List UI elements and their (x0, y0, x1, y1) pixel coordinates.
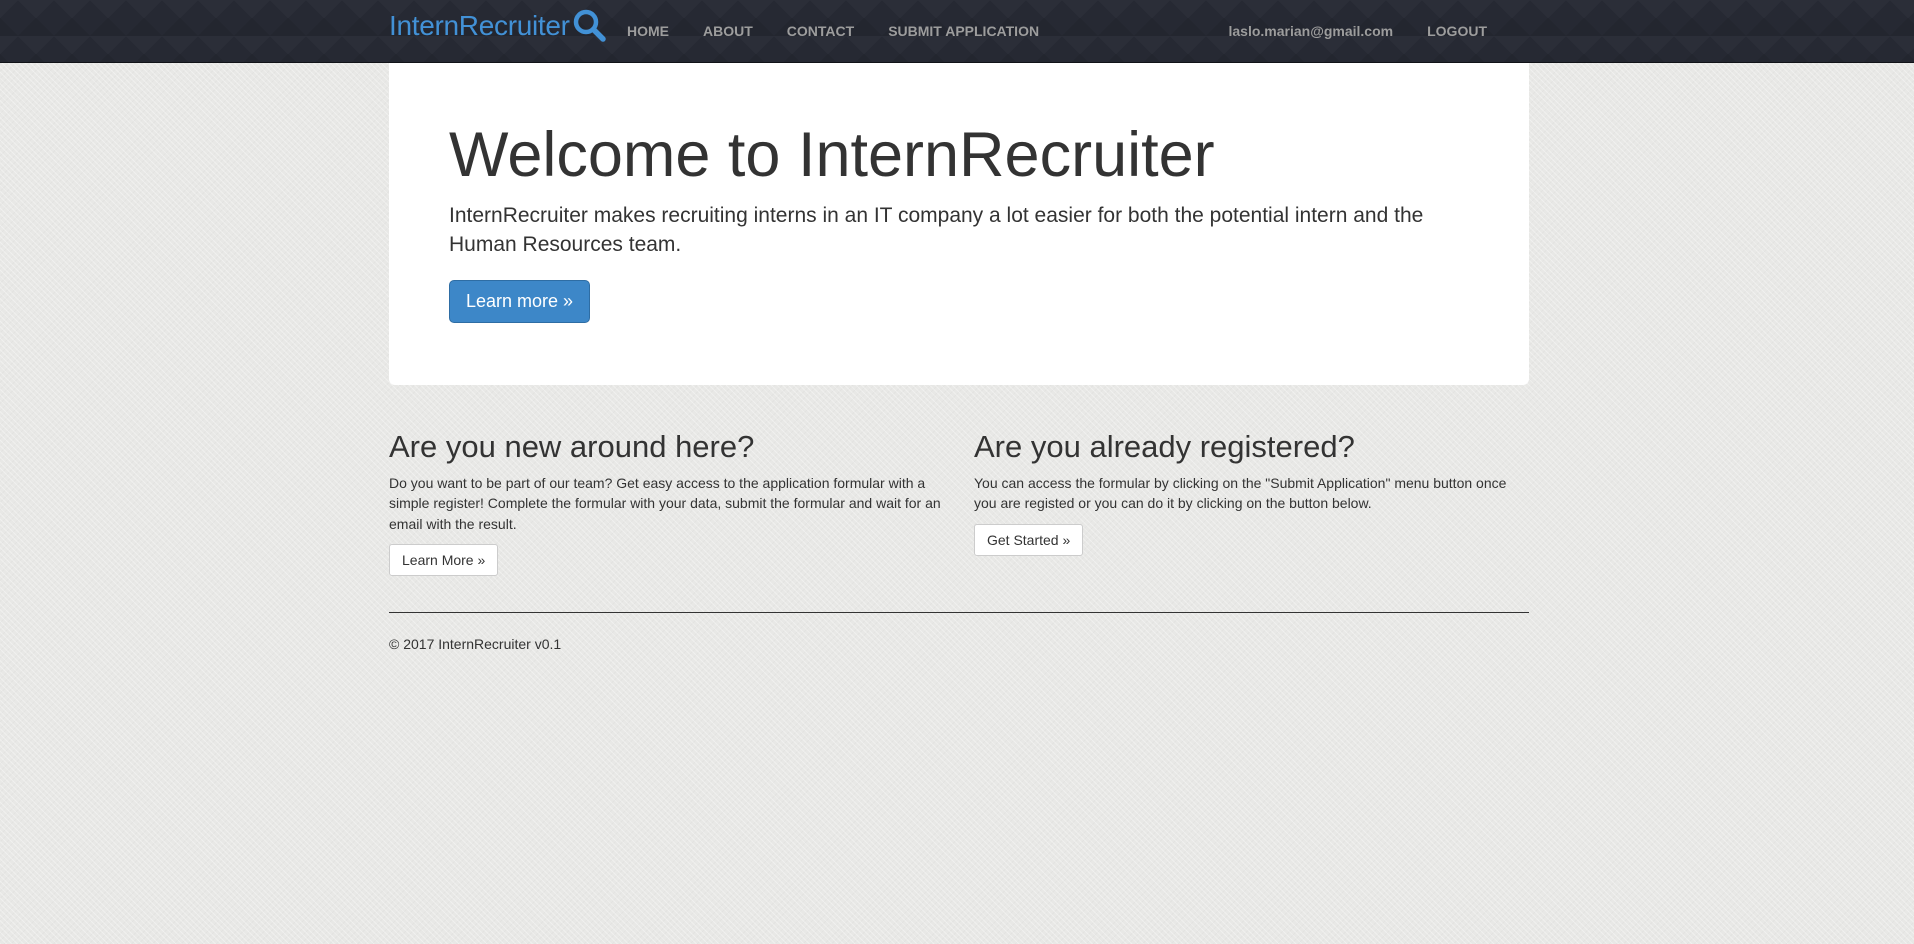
nav-contact-link[interactable]: CONTACT (770, 23, 871, 39)
welcome-jumbotron: Welcome to InternRecruiter InternRecruit… (389, 63, 1529, 385)
footer-divider (389, 612, 1529, 613)
nav-submit-application-link[interactable]: SUBMIT APPLICATION (871, 23, 1056, 39)
registered-user-heading: Are you already registered? (974, 429, 1355, 464)
new-user-text: Do you want to be part of our team? Get … (389, 475, 941, 532)
registered-user-column: Are you already registered? You can acce… (974, 429, 1529, 556)
top-navbar: InternRecruiter HOME ABOUT CONTACT SUBMI… (0, 0, 1914, 63)
search-icon (573, 9, 606, 42)
nav-about-link[interactable]: ABOUT (686, 23, 770, 39)
user-email-link[interactable]: laslo.marian@gmail.com (1212, 23, 1411, 39)
new-user-learn-more-button[interactable]: Learn More » (389, 543, 499, 576)
user-nav: laslo.marian@gmail.com LOGOUT (1212, 0, 1505, 62)
page-title: Welcome to InternRecruiter (449, 120, 1215, 190)
brand-name: InternRecruiter (389, 10, 570, 41)
get-started-button[interactable]: Get Started » (974, 523, 1084, 556)
nav-home-link[interactable]: HOME (610, 23, 686, 39)
new-user-heading: Are you new around here? (389, 429, 755, 464)
main-nav: HOME ABOUT CONTACT SUBMIT APPLICATION (610, 0, 1056, 62)
registered-user-text: You can access the formular by clicking … (974, 475, 1507, 512)
logout-link[interactable]: LOGOUT (1410, 23, 1504, 39)
brand-logo-link[interactable]: InternRecruiter (389, 9, 606, 42)
new-user-column: Are you new around here? Do you want to … (389, 429, 944, 576)
intro-text: InternRecruiter makes recruiting interns… (449, 204, 1424, 257)
learn-more-button[interactable]: Learn more » (449, 280, 591, 324)
footer-copyright: © 2017 InternRecruiter v0.1 (389, 636, 562, 652)
